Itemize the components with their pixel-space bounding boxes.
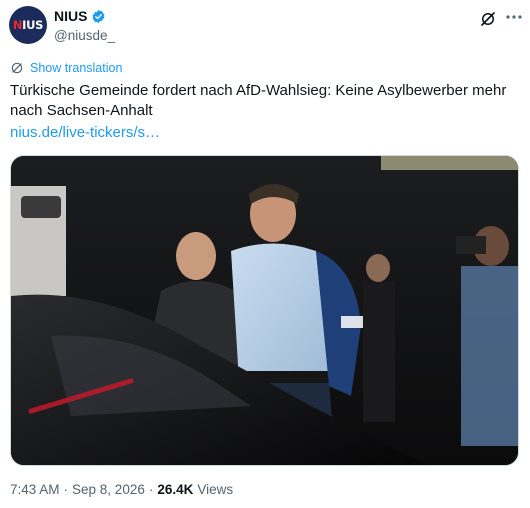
tweet-card: NIUS NIUS @niusde_ Show translation Türk… (0, 0, 530, 508)
views-count[interactable]: 26.4K (157, 482, 193, 497)
author-display-name[interactable]: NIUS (54, 8, 87, 24)
avatar[interactable]: NIUS (9, 6, 47, 44)
show-translation-link[interactable]: Show translation (10, 61, 122, 75)
more-options-button[interactable] (503, 7, 525, 27)
author-handle[interactable]: @niusde_ (54, 28, 115, 43)
grok-button[interactable] (478, 9, 498, 29)
author-name-row: NIUS (54, 8, 106, 24)
translate-icon (11, 62, 23, 74)
more-icon (506, 15, 522, 19)
post-time[interactable]: 7:43 AM (10, 482, 60, 497)
views-label: Views (197, 482, 234, 497)
tweet-photo[interactable] (10, 155, 519, 466)
grok-icon (481, 12, 495, 26)
post-date[interactable]: Sep 8, 2026 (72, 482, 145, 497)
show-translation-label: Show translation (30, 61, 123, 75)
separator: · (63, 482, 69, 497)
photo-illustration (11, 156, 518, 465)
nius-logo: NIUS (12, 18, 44, 32)
article-link[interactable]: nius.de/live-tickers/s… (10, 124, 160, 141)
verified-badge-icon (93, 9, 105, 23)
tweet-metadata: 7:43 AM · Sep 8, 2026 · 26.4K Views (10, 482, 233, 497)
separator: · (148, 482, 154, 497)
tweet-text: Türkische Gemeinde fordert nach AfD-Wahl… (10, 82, 507, 119)
